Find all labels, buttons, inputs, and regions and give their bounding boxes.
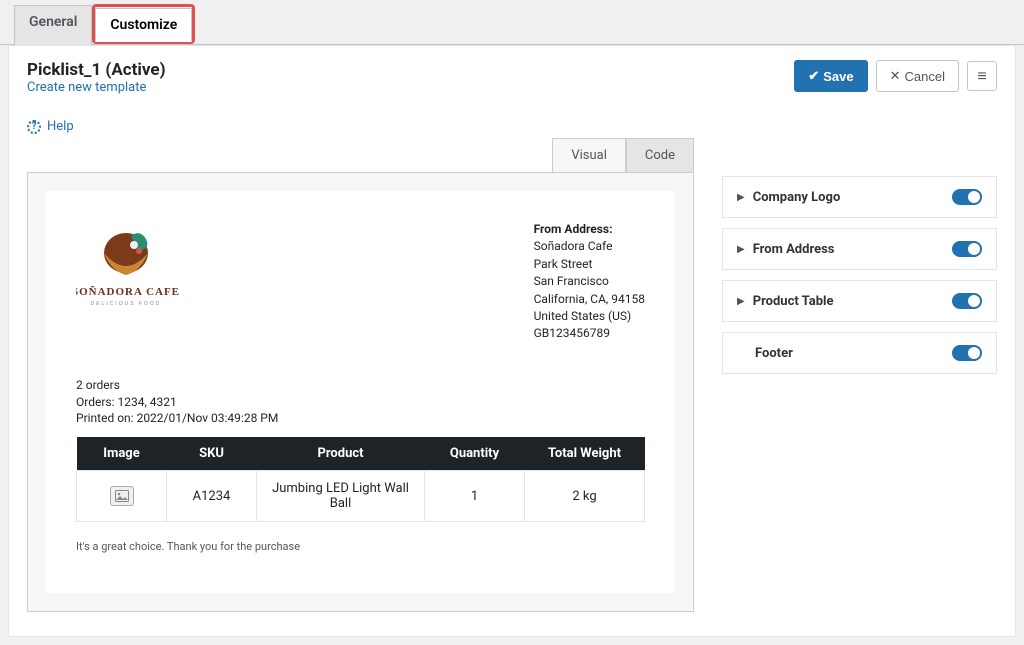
save-button[interactable]: ✔ Save <box>794 60 867 92</box>
panel-from-address[interactable]: ▶ From Address <box>722 228 997 270</box>
svg-text:DELICIOUS FOOD: DELICIOUS FOOD <box>91 301 162 307</box>
th-product: Product <box>257 437 425 471</box>
table-row: A1234 Jumbing LED Light Wall Ball 1 2 kg <box>77 471 645 522</box>
panel-company-logo[interactable]: ▶ Company Logo <box>722 176 997 218</box>
cell-quantity: 1 <box>425 471 525 522</box>
from-line: San Francisco <box>534 273 645 290</box>
main-panel: Picklist_1 (Active) Create new template … <box>8 45 1016 637</box>
check-icon: ✔ <box>808 68 819 84</box>
toggle-footer[interactable] <box>952 345 982 361</box>
panel-label: Footer <box>755 346 944 361</box>
page-title: Picklist_1 (Active) <box>27 60 166 80</box>
preview-frame: SOÑADORA CAFE DELICIOUS FOOD From Addres… <box>27 172 694 612</box>
from-line: GB123456789 <box>534 325 645 342</box>
from-line: California, CA, 94158 <box>534 291 645 308</box>
image-placeholder-icon <box>110 486 134 506</box>
help-icon: ? <box>27 120 41 134</box>
cancel-button[interactable]: ✕ Cancel <box>876 60 959 92</box>
panel-label: Company Logo <box>753 190 944 205</box>
order-meta: 2 orders Orders: 1234, 4321 Printed on: … <box>76 377 645 427</box>
subtab-code[interactable]: Code <box>626 138 694 173</box>
panel-product-table[interactable]: ▶ Product Table <box>722 280 997 322</box>
settings-sidebar: ▶ Company Logo ▶ From Address ▶ Product … <box>722 176 997 374</box>
company-logo: SOÑADORA CAFE DELICIOUS FOOD <box>76 221 276 325</box>
panel-label: From Address <box>753 242 944 257</box>
from-line: Soñadora Cafe <box>534 238 645 255</box>
chevron-right-icon: ▶ <box>737 192 745 203</box>
from-address-title: From Address: <box>534 221 645 238</box>
chevron-right-icon: ▶ <box>737 296 745 307</box>
close-icon: ✕ <box>890 68 901 84</box>
toggle-product-table[interactable] <box>952 293 982 309</box>
logo-icon: SOÑADORA CAFE DELICIOUS FOOD <box>76 221 206 321</box>
preview-document: SOÑADORA CAFE DELICIOUS FOOD From Addres… <box>46 191 675 593</box>
tab-customize-highlight: Customize <box>92 4 195 44</box>
th-sku: SKU <box>167 437 257 471</box>
help-link[interactable]: Help <box>47 119 74 134</box>
toggle-company-logo[interactable] <box>952 189 982 205</box>
orders-count: 2 orders <box>76 377 645 394</box>
create-template-link[interactable]: Create new template <box>27 80 146 95</box>
th-weight: Total Weight <box>525 437 645 471</box>
cell-product: Jumbing LED Light Wall Ball <box>257 471 425 522</box>
cell-sku: A1234 <box>167 471 257 522</box>
tab-general[interactable]: General <box>14 5 92 45</box>
svg-text:SOÑADORA CAFE: SOÑADORA CAFE <box>76 286 180 298</box>
panel-label: Product Table <box>753 294 944 309</box>
tab-customize[interactable]: Customize <box>95 8 192 42</box>
from-line: United States (US) <box>534 308 645 325</box>
document-footer-text: It's a great choice. Thank you for the p… <box>76 540 645 553</box>
panel-footer[interactable]: Footer <box>722 332 997 374</box>
toggle-from-address[interactable] <box>952 241 982 257</box>
from-line: Park Street <box>534 256 645 273</box>
subtab-visual[interactable]: Visual <box>552 138 626 173</box>
th-quantity: Quantity <box>425 437 525 471</box>
more-menu-button[interactable]: ≡ <box>967 61 997 91</box>
hamburger-icon: ≡ <box>977 66 986 86</box>
printed-timestamp: Printed on: 2022/01/Nov 03:49:28 PM <box>76 410 645 427</box>
cell-weight: 2 kg <box>525 471 645 522</box>
product-table: Image SKU Product Quantity Total Weight <box>76 437 645 522</box>
top-tabs-bar: General Customize <box>0 0 1024 45</box>
from-address-block: From Address: Soñadora Cafe Park Street … <box>534 221 645 343</box>
th-image: Image <box>77 437 167 471</box>
orders-ids: Orders: 1234, 4321 <box>76 394 645 411</box>
chevron-right-icon: ▶ <box>737 244 745 255</box>
